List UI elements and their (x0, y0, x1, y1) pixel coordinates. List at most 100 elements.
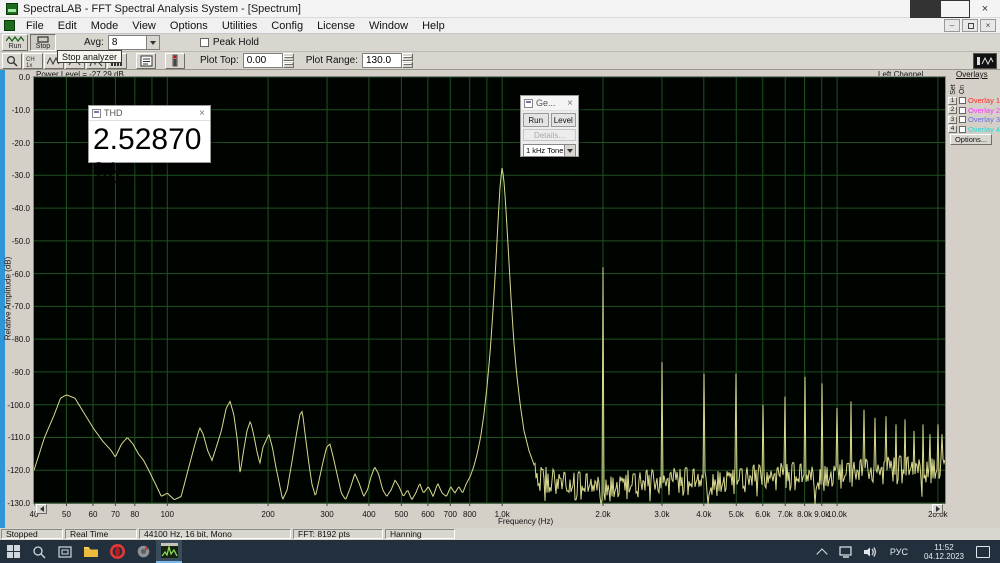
task-view-button[interactable] (52, 540, 78, 563)
maximize-button[interactable] (940, 0, 970, 18)
menu-item-utilities[interactable]: Utilities (215, 19, 264, 33)
menu-item-license[interactable]: License (310, 19, 362, 33)
waveform-icon (6, 36, 24, 43)
mdi-close-button[interactable]: × (980, 19, 996, 32)
start-button[interactable] (0, 540, 26, 563)
menu-item-options[interactable]: Options (163, 19, 215, 33)
notes-icon (140, 55, 153, 67)
generator-level-button[interactable]: Level (551, 113, 577, 127)
menu-item-view[interactable]: View (125, 19, 163, 33)
x-tick-label: 400 (362, 510, 375, 519)
app-icon (6, 3, 18, 15)
menu-item-file[interactable]: File (19, 19, 51, 33)
search-icon (32, 545, 46, 559)
mdi-minimize-button[interactable]: – (944, 19, 960, 32)
taskbar-clock[interactable]: 11:5204.12.2023 (916, 540, 972, 563)
menu-item-config[interactable]: Config (264, 19, 310, 33)
x-tick-label: 800 (463, 510, 476, 519)
spectralab-taskbar-button[interactable] (156, 540, 182, 563)
minimize-button[interactable] (910, 0, 940, 18)
network-button[interactable] (834, 540, 858, 563)
y-tick-label: 0.0 (2, 73, 30, 82)
x-tick-label: 8.0k (797, 510, 812, 519)
y-tick-label: -90.0 (2, 368, 30, 377)
status-segment: Hanning (385, 529, 455, 539)
window-title: SpectraLAB - FFT Spectral Analysis Syste… (23, 3, 301, 15)
overlay-set-button[interactable]: 1 (948, 97, 957, 105)
thd-window[interactable]: THD × 2.52870 % (88, 105, 211, 163)
thd-window-titlebar[interactable]: THD × (89, 106, 210, 121)
plot-top-input[interactable]: 0.00 (243, 53, 283, 68)
overlay-row: 1Overlay 1 (948, 96, 1000, 105)
tray-expand-button[interactable] (818, 540, 834, 563)
scroll-left-button[interactable] (36, 504, 47, 514)
close-button[interactable]: × (970, 0, 1000, 18)
file-explorer-button[interactable] (78, 540, 104, 563)
channel-select-button[interactable]: CH1x (23, 53, 43, 69)
y-tick-label: -110.0 (2, 433, 30, 442)
y-tick-label: -120.0 (2, 466, 30, 475)
svg-text:1x: 1x (26, 63, 32, 67)
x-tick-label: 50 (62, 510, 71, 519)
magnifier-icon (6, 55, 18, 67)
avg-value: 8 (109, 37, 146, 48)
plot-range-input[interactable]: 130.0 (362, 53, 402, 68)
menu-item-mode[interactable]: Mode (84, 19, 126, 33)
overlay-set-button[interactable]: 3 (948, 116, 957, 124)
menu-item-edit[interactable]: Edit (51, 19, 84, 33)
mdi-restore-button[interactable] (962, 19, 978, 32)
stop-button[interactable]: Stop (30, 34, 56, 51)
overlays-set-label: Set (950, 84, 957, 95)
generator-window[interactable]: Ge... × Run Level Details... 1 kHz Tone (520, 95, 579, 157)
generator-close-icon[interactable]: × (562, 98, 578, 109)
thd-close-icon[interactable]: × (194, 108, 210, 119)
utility-button[interactable] (130, 540, 156, 563)
x-tick-label: 3.0k (654, 510, 669, 519)
avg-select[interactable]: 8 (108, 35, 160, 50)
scroll-right-button[interactable] (932, 504, 943, 514)
notification-center-button[interactable] (972, 540, 1000, 563)
notes-button[interactable] (136, 53, 156, 69)
generator-window-icon (524, 99, 533, 108)
generator-details-button: Details... (523, 129, 576, 141)
tooltip: Stop analyzer (57, 50, 122, 63)
stop-icon (36, 36, 50, 43)
generator-run-button[interactable]: Run (523, 113, 549, 127)
x-axis-title: Frequency (Hz) (498, 517, 553, 526)
chevron-down-icon[interactable] (146, 36, 159, 49)
overlay-row: 4Overlay 4 (948, 125, 1000, 134)
y-tick-label: -20.0 (2, 139, 30, 148)
run-button[interactable]: Run (2, 34, 28, 51)
peak-hold-checkbox[interactable]: Peak Hold (200, 37, 259, 48)
plot-range-spinner[interactable] (402, 53, 413, 68)
menu-item-help[interactable]: Help (415, 19, 452, 33)
zoom-button[interactable] (2, 53, 22, 69)
generator-signal-select[interactable]: 1 kHz Tone (523, 144, 576, 157)
opera-button[interactable] (104, 540, 130, 563)
checkbox-icon[interactable] (200, 38, 209, 47)
language-indicator[interactable]: РУС (882, 540, 916, 563)
overlay-on-checkbox[interactable] (959, 97, 966, 104)
file-explorer-icon (83, 545, 99, 558)
overlay-on-checkbox[interactable] (959, 116, 966, 123)
x-tick-label: 100 (161, 510, 174, 519)
taskbar-search-button[interactable] (26, 540, 52, 563)
x-tick-label: 6.0k (755, 510, 770, 519)
overlay-on-checkbox[interactable] (959, 126, 966, 133)
volume-button[interactable] (858, 540, 882, 563)
overlay-row: 2Overlay 2 (948, 106, 1000, 115)
chevron-down-icon[interactable] (564, 145, 575, 156)
overlay-set-button[interactable]: 2 (948, 106, 957, 114)
overlays-options-button[interactable]: Options... (950, 134, 992, 145)
level-meter-button[interactable] (165, 53, 185, 69)
generator-toolbar-button[interactable] (973, 53, 997, 69)
generator-signal-value: 1 kHz Tone (524, 146, 564, 155)
plot-top-spinner[interactable] (283, 53, 294, 68)
overlay-on-checkbox[interactable] (959, 107, 966, 114)
menu-bar: FileEditModeViewOptionsUtilitiesConfigLi… (0, 18, 1000, 34)
generator-window-titlebar[interactable]: Ge... × (521, 96, 578, 111)
start-icon (7, 545, 20, 558)
toolbar-plot: CH1x Plot Top: 0.00 Plot Range: 130.0 (0, 52, 1000, 70)
menu-item-window[interactable]: Window (362, 19, 415, 33)
overlay-set-button[interactable]: 4 (948, 125, 957, 133)
